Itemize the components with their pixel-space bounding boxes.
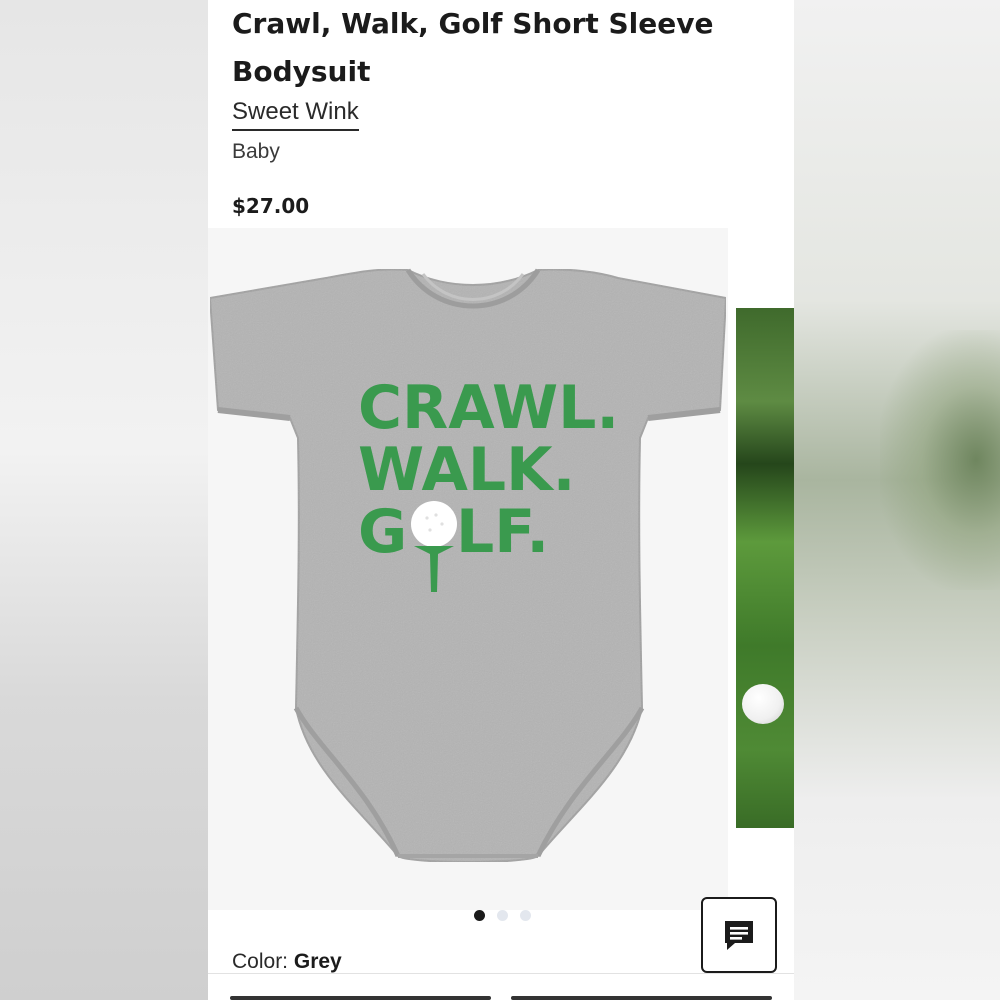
print-line-crawl: CRAWL. — [358, 373, 619, 443]
product-title: Crawl, Walk, Golf Short Sleeve Bodysuit — [232, 7, 714, 88]
color-value: Grey — [293, 950, 342, 973]
print-line-lf: LF. — [456, 497, 549, 567]
chat-button[interactable] — [701, 897, 777, 973]
product-image-bodysuit[interactable]: CRAWL. WALK. G LF. — [208, 228, 728, 910]
golf-ball-image — [742, 684, 784, 724]
color-label: Color: — [232, 950, 289, 973]
product-price: $27.00 — [232, 194, 310, 218]
size-button-edge-2[interactable] — [511, 996, 772, 1000]
brand-link[interactable]: Sweet Wink — [232, 98, 359, 131]
blurred-backdrop-right — [794, 0, 1000, 1000]
size-buttons-edge — [208, 996, 794, 1000]
print-line-walk: WALK. — [358, 435, 575, 505]
blurred-backdrop-left — [0, 0, 208, 1000]
carousel-dot-1[interactable] — [473, 910, 485, 921]
divider — [208, 973, 794, 974]
print-letter-g: G — [358, 497, 407, 567]
carousel-dot-3[interactable] — [519, 910, 531, 921]
product-image-golf-course[interactable] — [736, 308, 794, 828]
product-category: Baby — [232, 140, 280, 163]
size-button-edge-1[interactable] — [230, 996, 491, 1000]
carousel-dot-2[interactable] — [496, 910, 508, 921]
bodysuit-illustration: CRAWL. WALK. G LF. — [208, 268, 728, 863]
image-carousel[interactable]: CRAWL. WALK. G LF. — [208, 228, 794, 910]
color-selector-label: Color: Grey — [232, 950, 342, 974]
chat-icon — [725, 921, 753, 950]
product-page: Crawl, Walk, Golf Short Sleeve Bodysuit … — [208, 0, 794, 1000]
